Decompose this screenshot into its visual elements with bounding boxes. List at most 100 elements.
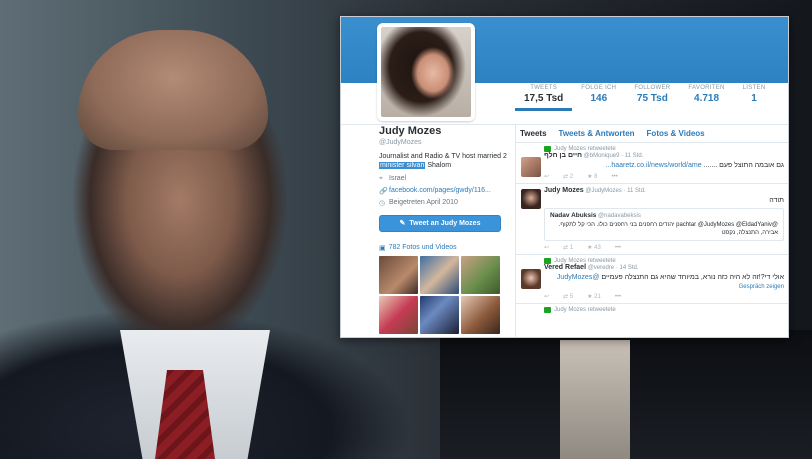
retweet-action[interactable]: ⇄ 5 [563, 293, 573, 300]
tweet-item[interactable]: Judy Mozes retweetete חיים בן חלף @bMoni… [516, 143, 788, 185]
favorite-action[interactable]: ★ 8 [587, 173, 597, 180]
tweet-time[interactable]: · 11 Std. [621, 153, 643, 159]
tweet-body: אולי די?!זה לא היה כזה נורא, במיוחד שהיא… [601, 274, 784, 282]
media-grid [379, 255, 509, 334]
retweet-text: Judy Mozes retweetete [554, 307, 616, 314]
stat-followers[interactable]: FOLLOWER 75 Tsd [625, 85, 679, 111]
more-icon[interactable]: ••• [615, 245, 621, 251]
stat-following[interactable]: FOLGE ICH 146 [572, 85, 625, 111]
tweet-handle[interactable]: @JudyMozes [585, 188, 621, 194]
stat-value: 4.718 [694, 93, 720, 104]
tweet-author[interactable]: חיים בן חלף [544, 152, 582, 159]
tweet-handle[interactable]: @bMonique9 [584, 153, 620, 159]
reply-icon[interactable]: ↩ [544, 244, 549, 251]
bio-highlight: minister silvan [379, 162, 426, 170]
profile-name[interactable]: Judy Mozes [379, 125, 509, 137]
tweet-compose-icon: ✎ [399, 220, 406, 228]
tab-tweets-replies[interactable]: Tweets & Antworten [559, 129, 635, 138]
stat-label: FAVORITEN [688, 85, 725, 91]
profile-avatar[interactable] [377, 23, 475, 121]
stat-label: TWEETS [530, 85, 558, 91]
link-icon: 🔗 [379, 187, 388, 195]
tweet-mention[interactable]: @JudyMozes [557, 274, 600, 281]
tweet-time[interactable]: · 11 Std. [623, 188, 645, 194]
profile-handle[interactable]: @JudyMozes [379, 139, 509, 146]
tweet-time[interactable]: · 14 Std. [616, 265, 639, 271]
favorite-count: 21 [594, 294, 601, 301]
website-text[interactable]: facebook.com/pages/gwdy/116... [389, 187, 491, 194]
twitter-profile-screenshot: TWEETS 17,5 Tsd FOLGE ICH 146 FOLLOWER 7… [340, 16, 789, 338]
media-thumbnail[interactable] [461, 255, 500, 294]
stat-label: FOLGE ICH [581, 85, 617, 91]
bio-text: Journalist and Radio & TV host married 2 [379, 153, 507, 160]
calendar-icon: ◷ [379, 199, 386, 207]
tweet-body: גם אובמה התוצל פעם ....... [703, 162, 784, 169]
more-icon[interactable]: ••• [611, 174, 617, 180]
tweet-handle[interactable]: @veredre [588, 265, 614, 271]
timeline-tabs: Tweets Tweets & Antworten Fotos & Videos [516, 125, 788, 143]
tweet-body: תודה [769, 197, 784, 205]
tweet-author[interactable]: Judy Mozes [544, 187, 584, 194]
media-link[interactable]: ▣ 782 Fotos und Videos [379, 244, 509, 252]
show-conversation-link[interactable]: Gespräch zeigen [544, 284, 784, 290]
stat-tweets[interactable]: TWEETS 17,5 Tsd [515, 85, 573, 111]
reply-icon[interactable]: ↩ [544, 293, 549, 300]
camera-icon: ▣ [379, 244, 386, 252]
media-thumbnail[interactable] [379, 255, 418, 294]
tweet-link[interactable]: haaretz.co.il/news/world/ame... [605, 162, 701, 169]
tweet-text: גם אובמה התוצל פעם ....... haaretz.co.il… [544, 161, 784, 170]
profile-card: Judy Mozes @JudyMozes Journalist and Rad… [379, 125, 509, 334]
media-thumbnail[interactable] [420, 295, 459, 334]
tweet-actions: ↩ ⇄ 5 ★ 21 ••• [544, 293, 784, 301]
tweet-item[interactable]: Judy Mozes retweetete [516, 304, 788, 316]
tweet-item[interactable]: Judy Mozes @JudyMozes · 11 Std. תודה Nad… [516, 184, 788, 256]
stat-favorites[interactable]: FAVORITEN 4.718 [679, 85, 733, 111]
media-link-label[interactable]: 782 Fotos und Videos [389, 244, 457, 251]
more-icon[interactable]: ••• [615, 294, 621, 300]
stat-label: LISTEN [742, 85, 766, 91]
quoted-tweet-header: Nadav Abuksis @nadavabeksis [550, 212, 778, 219]
retweet-count: 5 [569, 294, 574, 301]
media-thumbnail[interactable] [461, 295, 500, 334]
profile-website[interactable]: 🔗 facebook.com/pages/gwdy/116... [379, 187, 509, 195]
profile-joined: ◷ Beigetreten April 2010 [379, 199, 509, 207]
profile-location: ⌖ Israel [379, 175, 509, 183]
reply-icon[interactable]: ↩ [544, 173, 549, 180]
retweet-icon [544, 307, 551, 314]
tab-tweets[interactable]: Tweets [520, 129, 547, 138]
stat-label: FOLLOWER [634, 85, 671, 91]
retweet-count: 1 [569, 245, 574, 252]
quoted-handle: @nadavabeksis [598, 213, 641, 220]
favorite-action[interactable]: ★ 43 [587, 244, 601, 251]
retweet-action[interactable]: ⇄ 1 [563, 244, 573, 251]
tweet-avatar[interactable] [521, 157, 541, 177]
favorite-count: 8 [594, 174, 598, 181]
tweet-timeline: Tweets Tweets & Antworten Fotos & Videos… [515, 125, 788, 337]
media-thumbnail[interactable] [379, 295, 418, 334]
favorite-action[interactable]: ★ 21 [587, 293, 601, 300]
location-text: Israel [389, 175, 407, 183]
tweet-author[interactable]: Vered Refael [544, 264, 586, 271]
quoted-tweet[interactable]: Nadav Abuksis @nadavabeksis @pachtar @Ju… [544, 208, 784, 242]
bio-text-end: Shalom [427, 162, 452, 170]
tweet-button-label: Tweet an Judy Mozes [409, 219, 481, 227]
tab-photos-videos[interactable]: Fotos & Videos [647, 129, 705, 138]
stat-value: 17,5 Tsd [524, 93, 564, 104]
stat-value: 146 [590, 93, 608, 104]
tweet-text: אולי די?!זה לא היה כזה נורא, במיוחד שהיא… [544, 273, 784, 282]
media-thumbnail[interactable] [420, 255, 459, 294]
joined-text: Beigetreten April 2010 [389, 199, 458, 207]
tweet-actions: ↩ ⇄ 1 ★ 43 ••• [544, 244, 784, 252]
stat-lists[interactable]: LISTEN 1 [734, 85, 775, 111]
profile-bio: Journalist and Radio & TV host married 2… [379, 152, 509, 171]
tweet-header: חיים בן חלף @bMonique9 · 11 Std. [544, 152, 784, 159]
tweet-actions: ↩ ⇄ 2 ★ 8 ••• [544, 173, 784, 181]
stat-value: 75 Tsd [636, 93, 668, 104]
tweet-item[interactable]: Judy Mozes retweetete Vered Refael @vere… [516, 255, 788, 305]
tweet-to-button[interactable]: ✎ Tweet an Judy Mozes [379, 214, 501, 232]
retweet-action[interactable]: ⇄ 2 [563, 173, 573, 180]
quoted-body: @pachtar @JudyMozes @EldadYaniv יהודים ר… [558, 222, 778, 237]
tweet-avatar[interactable] [521, 269, 541, 290]
tweet-avatar[interactable] [521, 189, 541, 210]
retweet-count: 2 [569, 174, 574, 181]
